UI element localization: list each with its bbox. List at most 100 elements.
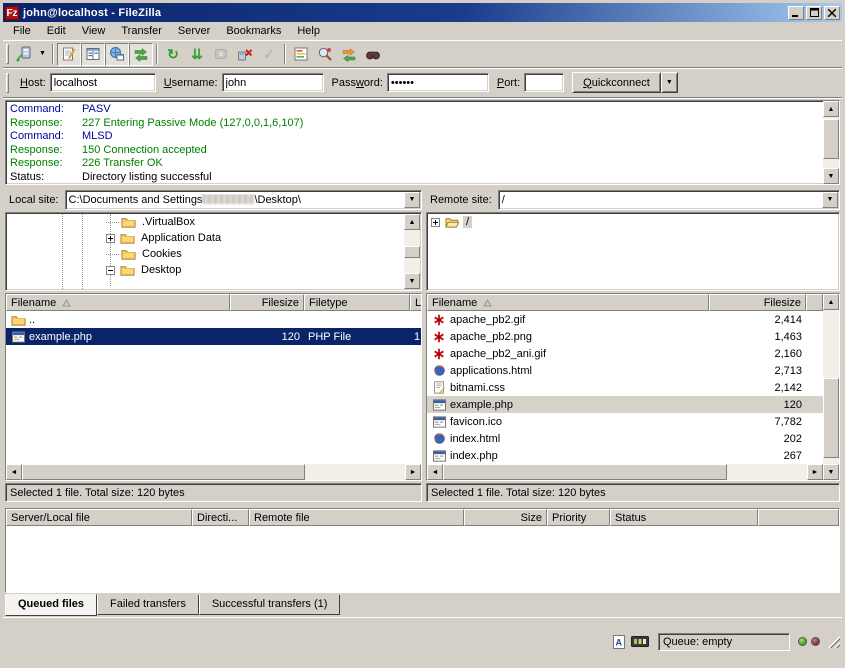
scroll-up-button[interactable]: ▲ [823,101,839,117]
file-row[interactable]: apache_pb2.png1,463 [427,328,823,345]
filezilla-app-icon[interactable]: Fz [5,6,19,20]
expand-icon[interactable] [106,234,115,243]
column-header-filetype[interactable]: Filetype [304,294,410,311]
port-field[interactable] [524,73,564,92]
menu-help[interactable]: Help [289,23,328,39]
remote-site-combo[interactable]: / ▼ [498,190,840,210]
close-button[interactable] [824,6,840,20]
scroll-right-button[interactable]: ► [807,464,823,480]
file-row[interactable]: favicon.ico7,782 [427,413,823,430]
column-header-directi[interactable]: Directi... [192,509,249,526]
file-row[interactable]: apache_pb2_ani.gif2,160 [427,345,823,362]
scroll-track[interactable] [823,117,839,168]
menu-server[interactable]: Server [170,23,218,39]
toggle-local-tree-button[interactable] [81,43,105,66]
cancel-operation-button[interactable] [209,43,233,66]
tree-item-cookies[interactable]: Cookies [7,246,404,262]
filter-button[interactable] [289,43,313,66]
scroll-track[interactable] [443,464,807,480]
remote-vertical-scrollbar[interactable]: ▲ ▼ [823,294,839,480]
cell-text: applications.html [450,365,532,377]
site-manager-button[interactable] [12,43,36,66]
local-site-dropdown-button[interactable]: ▼ [404,192,420,208]
disconnect-button[interactable] [233,43,257,66]
file-row[interactable]: bitnami.css2,142 [427,379,823,396]
scroll-right-button[interactable]: ► [405,464,421,480]
local-horizontal-scrollbar[interactable]: ◄ ► [6,464,421,480]
menu-view[interactable]: View [74,23,114,39]
maximize-button[interactable] [806,6,822,20]
password-field[interactable] [387,73,489,92]
tree-item-label[interactable]: Cookies [139,248,185,260]
quickconnect-grip[interactable] [6,73,9,93]
toggle-remote-tree-button[interactable] [105,43,129,66]
menu-file[interactable]: File [5,23,39,39]
username-field[interactable] [222,73,324,92]
scroll-track[interactable] [22,464,405,480]
column-header-l[interactable]: L [410,294,421,311]
menu-bookmarks[interactable]: Bookmarks [218,23,289,39]
expand-icon[interactable] [431,218,440,227]
file-row[interactable]: applications.html2,713 [427,362,823,379]
tree-item-[interactable]: / [428,214,838,230]
toggle-message-log-button[interactable] [57,43,81,66]
site-manager-dropdown-button[interactable]: ▼ [36,43,49,66]
file-row[interactable]: apache_pb2.gif2,414 [427,311,823,328]
local-site-combo[interactable]: C:\Documents and Settings\Desktop\ ▼ [65,190,422,210]
column-header-priority[interactable]: Priority [547,509,610,526]
file-row[interactable]: example.php120 [427,396,823,413]
tab-successful-transfers-1-[interactable]: Successful transfers (1) [199,595,341,615]
file-row[interactable]: index.php267 [427,447,823,464]
titlebar[interactable]: Fz john@localhost - FileZilla [3,3,842,22]
scroll-left-button[interactable]: ◄ [427,464,443,480]
tree-item-label[interactable]: / [463,216,472,228]
tab-failed-transfers[interactable]: Failed transfers [97,595,199,615]
process-queue-button[interactable]: ⇊ [185,43,209,66]
host-field[interactable] [50,73,156,92]
synchronized-browsing-button[interactable] [337,43,361,66]
toggle-transfer-queue-button[interactable] [129,43,153,66]
tree-item-label[interactable]: .VirtualBox [139,216,198,228]
menu-edit[interactable]: Edit [39,23,74,39]
remote-site-dropdown-button[interactable]: ▼ [822,192,838,208]
file-row[interactable]: index.html202 [427,430,823,447]
column-header-status[interactable]: Status [610,509,758,526]
scroll-down-button[interactable]: ▼ [823,168,839,184]
reconnect-button[interactable]: ✓ [257,43,281,66]
remote-horizontal-scrollbar[interactable]: ◄ ► [427,464,823,480]
quickconnect-dropdown-button[interactable]: ▼ [661,72,678,93]
tree-item-desktop[interactable]: Desktop [7,262,404,278]
scroll-down-button[interactable]: ▼ [823,464,839,480]
scroll-track[interactable] [404,230,420,273]
menu-transfer[interactable]: Transfer [113,23,170,39]
local-tree-vertical-scrollbar[interactable]: ▲ ▼ [404,214,420,289]
file-row[interactable]: .. [6,311,421,328]
tree-item-applicationdata[interactable]: Application Data [7,230,404,246]
column-header-filename[interactable]: Filename [427,294,709,311]
scroll-track[interactable] [823,310,839,464]
column-header-size[interactable]: Size [464,509,547,526]
scroll-left-button[interactable]: ◄ [6,464,22,480]
file-row[interactable]: example.php120PHP File1 [6,328,421,345]
log-vertical-scrollbar[interactable]: ▲ ▼ [823,101,839,184]
column-header-remotefile[interactable]: Remote file [249,509,464,526]
tree-item-label[interactable]: Application Data [138,232,224,244]
column-header-filesize[interactable]: Filesize [709,294,806,311]
tab-queued-files[interactable]: Queued files [5,594,97,616]
resize-grip[interactable] [827,635,840,648]
column-header-serverlocalfile[interactable]: Server/Local file [6,509,192,526]
collapse-icon[interactable] [106,266,115,275]
scroll-down-button[interactable]: ▼ [404,273,420,289]
minimize-button[interactable] [788,6,804,20]
find-files-button[interactable] [361,43,385,66]
toolbar-grip[interactable] [6,44,9,64]
column-header-filename[interactable]: Filename [6,294,230,311]
tree-item-label[interactable]: Desktop [138,264,184,276]
tree-item-virtualbox[interactable]: .VirtualBox [7,214,404,230]
column-header-filesize[interactable]: Filesize [230,294,304,311]
scroll-up-button[interactable]: ▲ [404,214,420,230]
directory-comparison-button[interactable] [313,43,337,66]
refresh-button[interactable]: ↻ [161,43,185,66]
scroll-up-button[interactable]: ▲ [823,294,839,310]
quickconnect-button[interactable]: Quickconnect [572,72,661,93]
